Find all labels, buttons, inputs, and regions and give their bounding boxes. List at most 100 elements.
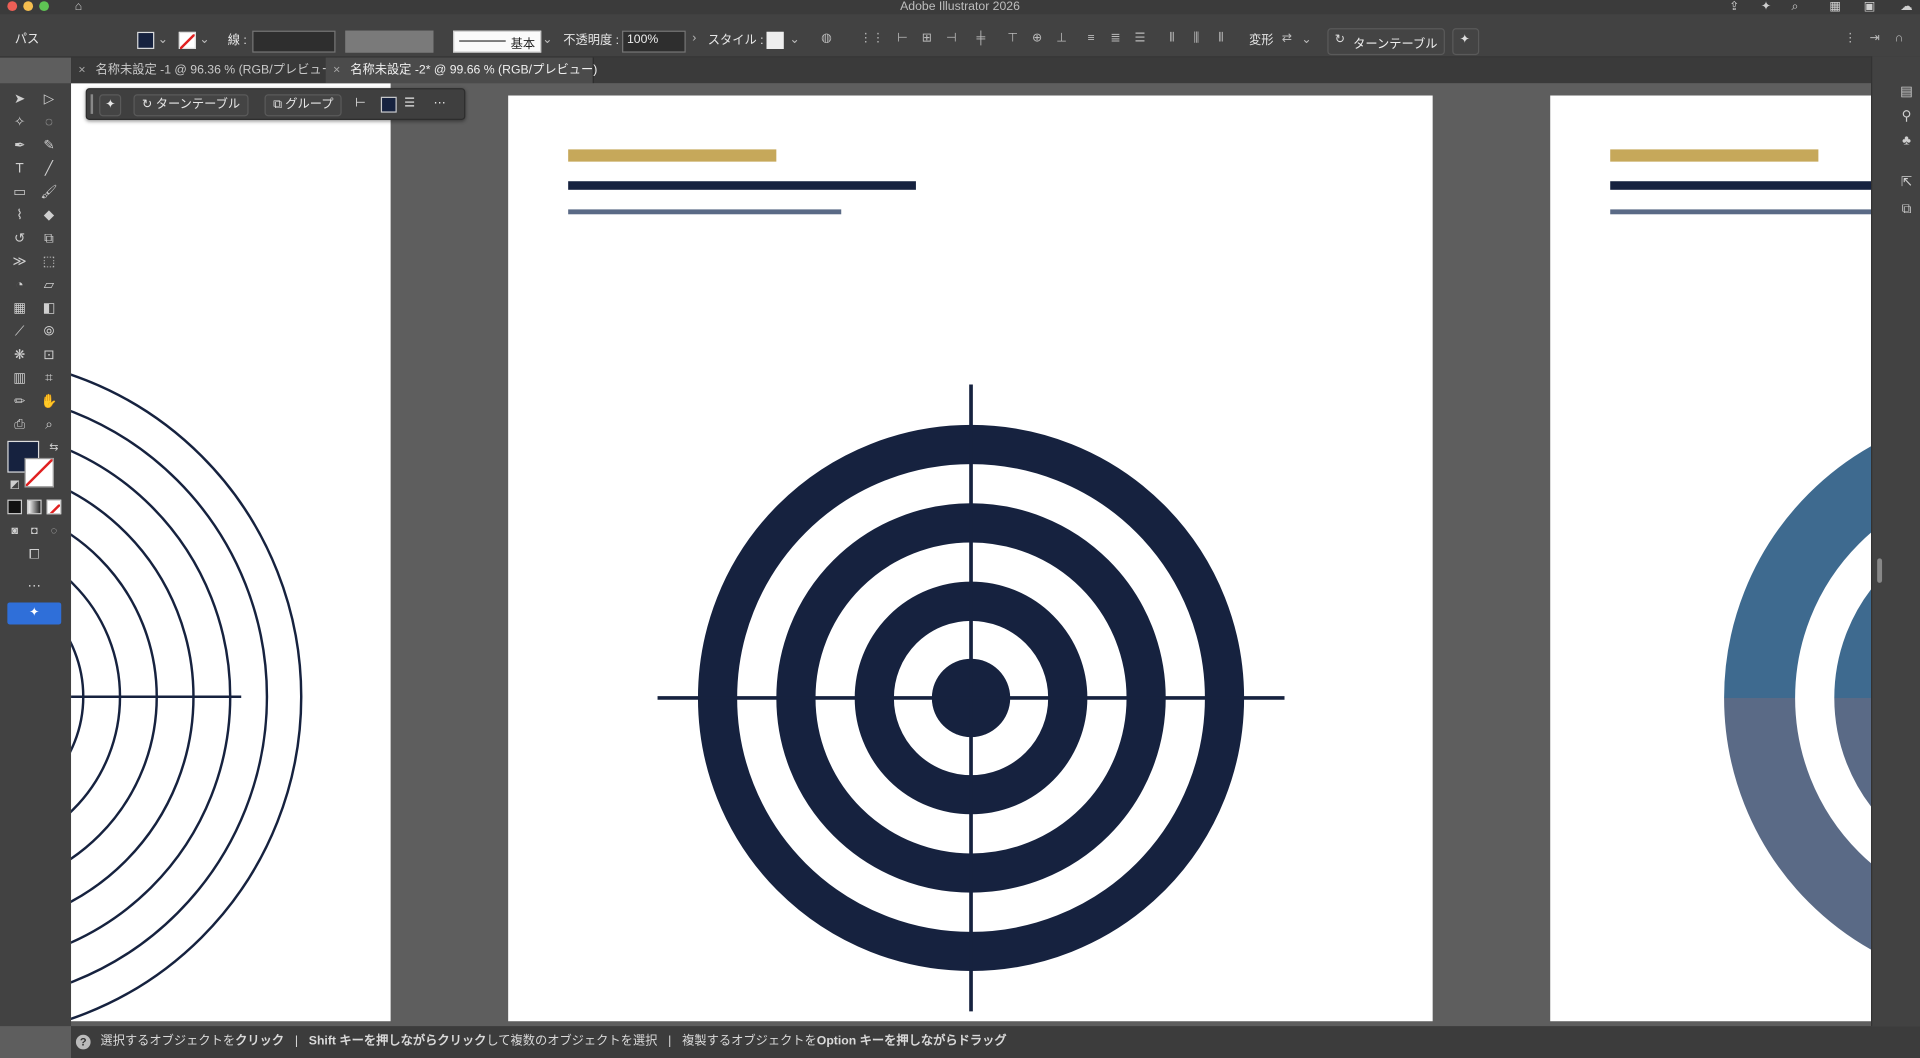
- more-button[interactable]: ⋯: [430, 94, 450, 114]
- artboard-main[interactable]: [508, 95, 1433, 1022]
- align-vcenter-icon[interactable]: ⊕: [1031, 32, 1043, 45]
- distribute-vcenter-icon[interactable]: ≣: [1109, 32, 1121, 45]
- selection-tool-icon[interactable]: ➤: [10, 91, 30, 108]
- width-icon[interactable]: ≫: [10, 253, 30, 270]
- libraries-icon[interactable]: ⚲: [1897, 108, 1917, 125]
- chevron-down-icon[interactable]: ⌄: [541, 34, 553, 46]
- none-mode-button[interactable]: [46, 499, 62, 515]
- scale-icon[interactable]: ⧉: [39, 230, 59, 247]
- target-graphic-variant[interactable]: [1550, 96, 1872, 1022]
- graph-icon[interactable]: ▥: [10, 370, 30, 387]
- group-button[interactable]: ⧉ グループ: [264, 94, 343, 117]
- turntable-button[interactable]: ↻ ターンテーブル: [1327, 28, 1445, 56]
- align-hcenter-icon[interactable]: ╪: [975, 32, 987, 45]
- pencil-icon[interactable]: ✏: [10, 393, 30, 410]
- recolor-icon[interactable]: ◍: [820, 32, 832, 45]
- export-icon[interactable]: ⇱: [1897, 174, 1917, 191]
- free-transform-icon[interactable]: ⬚: [39, 253, 59, 270]
- drag-handle[interactable]: [90, 94, 94, 114]
- type-icon[interactable]: T: [10, 160, 30, 177]
- stroke-swatch[interactable]: [24, 457, 54, 488]
- align-right-icon[interactable]: ⊣: [945, 32, 957, 45]
- stroke-weight-field[interactable]: [252, 30, 336, 53]
- fill-color-button[interactable]: [380, 96, 397, 113]
- arrange-icon[interactable]: ⇥: [1869, 32, 1881, 45]
- target-graphic[interactable]: [508, 96, 1432, 1022]
- line-icon[interactable]: ╱: [39, 160, 59, 177]
- curvature-icon[interactable]: ✎: [39, 137, 59, 154]
- distribute-left-icon[interactable]: ⫴: [1166, 32, 1178, 45]
- eyedropper-icon[interactable]: ⟋: [10, 323, 30, 340]
- chevron-right-icon[interactable]: ›: [688, 32, 700, 45]
- align-button[interactable]: ⊢: [351, 94, 369, 114]
- gradient-mode-button[interactable]: [26, 499, 42, 515]
- grid-select-icon[interactable]: ⋮⋮: [860, 32, 884, 45]
- align-center-icon[interactable]: ⊞: [921, 32, 933, 45]
- close-icon[interactable]: ×: [333, 58, 340, 84]
- canvas[interactable]: [71, 83, 1872, 1027]
- swap-colors-icon[interactable]: ⇆: [44, 438, 64, 455]
- blend-icon[interactable]: ⦾: [39, 323, 59, 340]
- rotate-icon[interactable]: ↺: [10, 230, 30, 247]
- graphic-style-swatch[interactable]: [766, 31, 784, 49]
- stroke-color-swatch[interactable]: [178, 31, 196, 50]
- print-tiling-icon[interactable]: ⎙: [10, 416, 30, 433]
- artboard-right[interactable]: [1550, 95, 1872, 1022]
- tab-document-2[interactable]: × 名称未設定 -2* @ 99.66 % (RGB/プレビュー): [325, 57, 597, 84]
- share-icon[interactable]: ⇪: [1729, 0, 1739, 15]
- align-bottom-icon[interactable]: ⊥: [1056, 32, 1068, 45]
- layout-icon[interactable]: ▣: [1864, 0, 1876, 15]
- scrollbar-thumb[interactable]: [1877, 558, 1883, 583]
- close-icon[interactable]: ×: [78, 58, 85, 84]
- draw-behind-icon[interactable]: ◘: [24, 522, 44, 539]
- rectangle-icon[interactable]: ▭: [10, 184, 30, 201]
- slice-icon[interactable]: ⌗: [39, 370, 59, 387]
- align-left-icon[interactable]: ⊢: [896, 32, 908, 45]
- default-colors-icon[interactable]: ◩: [5, 475, 25, 492]
- help-icon[interactable]: ?: [75, 1034, 91, 1050]
- gradient-icon[interactable]: ◧: [39, 300, 59, 317]
- direct-selection-icon[interactable]: ▷: [39, 91, 59, 108]
- symbol-sprayer-icon[interactable]: ❋: [10, 347, 30, 364]
- symbols-icon[interactable]: ♣: [1897, 132, 1917, 149]
- turntable-button[interactable]: ↻ ターンテーブル: [133, 94, 249, 117]
- generate-tool-button[interactable]: ✦: [7, 602, 62, 625]
- distribute-right-icon[interactable]: ⦀: [1215, 32, 1227, 45]
- fill-color-swatch[interactable]: [137, 31, 155, 49]
- variable-width-dropdown[interactable]: [345, 30, 434, 53]
- properties-icon[interactable]: ▤: [1897, 83, 1917, 100]
- perspective-icon[interactable]: ▱: [39, 277, 59, 294]
- draw-normal-icon[interactable]: ◙: [5, 522, 25, 539]
- distribute-top-icon[interactable]: ≡: [1085, 32, 1097, 45]
- pen-icon[interactable]: ✒: [10, 137, 30, 154]
- wand-icon[interactable]: ✦: [1761, 0, 1771, 15]
- hand-icon[interactable]: ✋: [39, 393, 59, 410]
- artboard-icon[interactable]: ⊡: [39, 347, 59, 364]
- menu-button[interactable]: ☰: [400, 94, 418, 114]
- magic-wand-icon[interactable]: ✧: [10, 114, 30, 131]
- mesh-icon[interactable]: ▦: [10, 300, 30, 317]
- brush-icon[interactable]: 🖌: [39, 184, 59, 201]
- cloud-icon[interactable]: ☁: [1900, 0, 1912, 15]
- draw-inside-icon[interactable]: ◌: [44, 522, 64, 539]
- align-top-icon[interactable]: ⊤: [1007, 32, 1019, 45]
- chevron-down-icon[interactable]: ⌄: [789, 34, 801, 46]
- zoom-icon[interactable]: ⌕: [39, 416, 59, 433]
- color-mode-button[interactable]: [7, 499, 23, 515]
- search-icon[interactable]: ⌕: [1791, 0, 1798, 15]
- stroke-profile-dropdown[interactable]: 基本: [453, 30, 542, 53]
- lasso-icon[interactable]: ◌: [39, 114, 59, 131]
- transform-options-icon[interactable]: ⇄: [1281, 32, 1293, 45]
- panel-menu-icon[interactable]: ⋮: [1844, 32, 1856, 45]
- chevron-down-icon[interactable]: ⌄: [157, 34, 169, 46]
- opacity-field[interactable]: 100%: [622, 30, 686, 53]
- distribute-bottom-icon[interactable]: ☰: [1134, 32, 1146, 45]
- artboards-icon[interactable]: ⧉: [1897, 201, 1917, 218]
- generate-button[interactable]: ✦: [1452, 28, 1480, 56]
- shape-builder-icon[interactable]: ◔: [10, 277, 30, 294]
- tab-document-1[interactable]: × 名称未設定 -1 @ 96.36 % (RGB/プレビュー): [71, 57, 338, 84]
- workspace-icon[interactable]: ▦: [1829, 0, 1841, 15]
- transform-label[interactable]: 変形: [1249, 34, 1273, 49]
- extra-icon[interactable]: ∩: [1893, 32, 1905, 45]
- eraser-icon[interactable]: ◆: [39, 207, 59, 224]
